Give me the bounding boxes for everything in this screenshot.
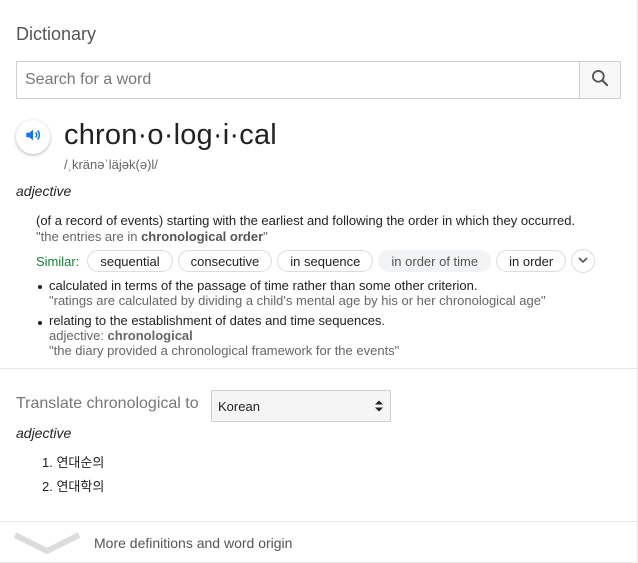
example-text: "the entries are in bbox=[36, 229, 142, 244]
card-title: Dictionary bbox=[16, 24, 97, 44]
similar-chip[interactable]: consecutive bbox=[177, 250, 273, 272]
similar-label: Similar: bbox=[36, 253, 80, 269]
language-value: Korean bbox=[218, 398, 260, 414]
form-word: chronological bbox=[107, 328, 193, 343]
example: "the entries are in chronological order" bbox=[36, 229, 268, 244]
phonetic: /ˌkränəˈläjək(ə)l/ bbox=[64, 157, 158, 172]
headword: chron·o·log·i·cal bbox=[64, 119, 277, 151]
translation-part-of-speech: adjective bbox=[16, 425, 72, 441]
more-definitions-toggle[interactable] bbox=[13, 530, 81, 559]
chevron-down-icon bbox=[577, 254, 589, 269]
search-icon bbox=[590, 68, 610, 93]
bullet bbox=[38, 285, 42, 289]
translation-item: 2. 연대학의 bbox=[42, 479, 105, 494]
translate-label: Translate chronological to bbox=[16, 395, 199, 412]
search-input[interactable] bbox=[17, 62, 579, 98]
similar-chip[interactable]: in order bbox=[496, 250, 567, 272]
subsense: relating to the establishment of dates a… bbox=[49, 313, 399, 358]
speaker-icon bbox=[24, 126, 42, 149]
subsense-definition: relating to the establishment of dates a… bbox=[49, 313, 386, 328]
translation-item: 1. 연대순의 bbox=[42, 455, 105, 470]
language-select[interactable]: Korean bbox=[211, 390, 391, 422]
similar-words: Similar: sequential consecutive in seque… bbox=[36, 249, 596, 273]
search-button[interactable] bbox=[579, 62, 620, 98]
subsense-definition: calculated in terms of the passage of ti… bbox=[49, 278, 478, 293]
similar-chip[interactable]: in sequence bbox=[277, 250, 374, 272]
updown-arrows-icon bbox=[374, 399, 384, 413]
divider bbox=[0, 521, 637, 522]
part-of-speech: adjective bbox=[16, 183, 72, 199]
example-close: " bbox=[263, 229, 268, 244]
similar-chip[interactable]: in order of time bbox=[378, 250, 492, 272]
more-definitions-link[interactable]: More definitions and word origin bbox=[94, 535, 292, 551]
expand-similar-button[interactable] bbox=[571, 249, 596, 273]
dictionary-card: Dictionary chron·o·log·i·cal /ˌkränəˈläj… bbox=[0, 0, 638, 563]
subsense-example: "ratings are calculated by dividing a ch… bbox=[49, 293, 546, 308]
subsense-example: "the diary provided a chronological fram… bbox=[49, 343, 400, 358]
definition: (of a record of events) starting with th… bbox=[36, 213, 576, 228]
subsense-form: adjective: chronological bbox=[49, 328, 399, 343]
divider bbox=[0, 368, 637, 369]
bullet bbox=[38, 321, 42, 325]
pronunciation-button[interactable] bbox=[16, 120, 50, 154]
form-label: adjective: bbox=[49, 328, 108, 343]
chevron-down-icon bbox=[13, 532, 81, 558]
search-box bbox=[16, 61, 621, 99]
subsense: calculated in terms of the passage of ti… bbox=[49, 278, 546, 308]
similar-chip[interactable]: sequential bbox=[87, 250, 173, 272]
example-highlight: chronological order bbox=[141, 229, 264, 244]
